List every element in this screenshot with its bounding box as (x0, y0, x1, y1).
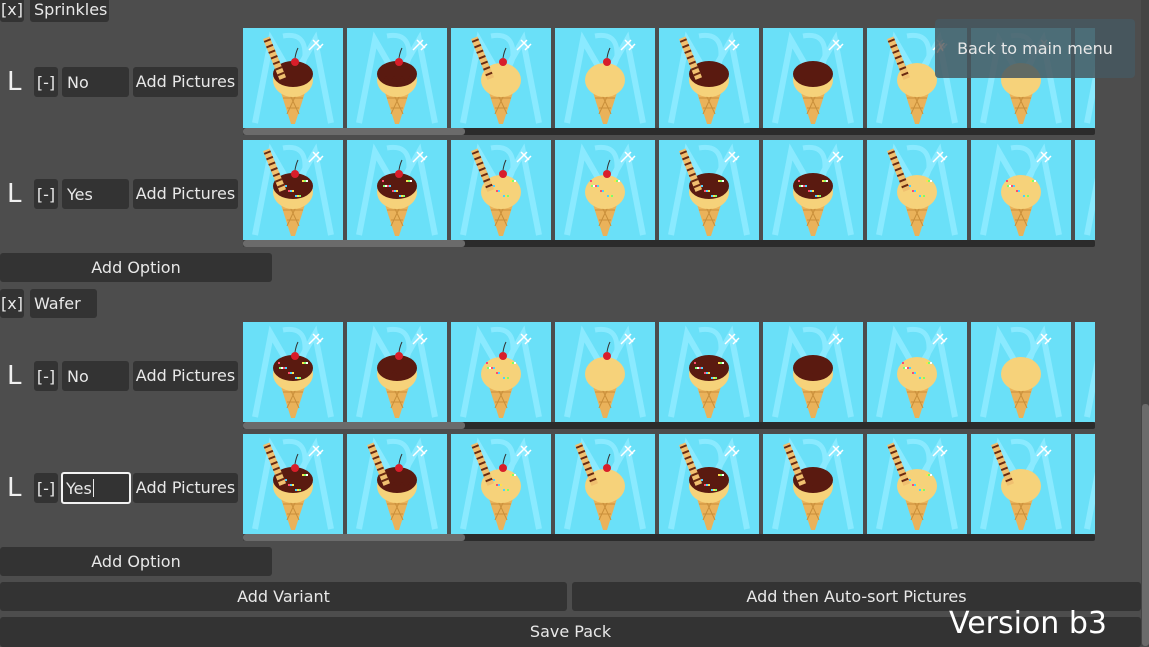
picture-thumbnail[interactable] (555, 434, 655, 534)
picture-thumbnail[interactable] (1075, 434, 1095, 534)
picture-thumbnail[interactable] (971, 140, 1071, 240)
picture-thumbnail[interactable] (763, 322, 863, 422)
add-pictures-button[interactable]: Add Pictures (133, 179, 238, 209)
picture-thumbnail[interactable] (763, 140, 863, 240)
scrollbar-grabber[interactable] (243, 534, 465, 541)
picture-thumbnail[interactable] (451, 140, 551, 240)
back-to-main-menu-button[interactable]: ✗ Back to main menu (935, 19, 1135, 78)
picture-strip-scrollbar[interactable] (243, 422, 1095, 429)
option-value-input[interactable]: No (62, 361, 129, 391)
picture-thumbnail[interactable] (659, 434, 759, 534)
add-variant-button[interactable]: Add Variant (0, 582, 567, 611)
scrollbar-grabber[interactable] (243, 128, 465, 135)
picture-thumbnail[interactable] (451, 28, 551, 128)
picture-thumbnail[interactable] (451, 322, 551, 422)
page-scrollbar[interactable] (1141, 0, 1149, 646)
remove-option-button[interactable]: [-] (34, 67, 58, 97)
add-option-button[interactable]: Add Option (0, 547, 272, 576)
picture-thumbnail[interactable] (555, 140, 655, 240)
picture-thumbnail[interactable] (243, 322, 343, 422)
add-pictures-button[interactable]: Add Pictures (133, 473, 238, 503)
remove-option-button[interactable]: [-] (34, 361, 58, 391)
picture-thumbnail[interactable] (971, 322, 1071, 422)
picture-thumbnail[interactable] (1075, 140, 1095, 240)
version-label: Version b3 (949, 606, 1107, 641)
picture-thumbnail[interactable] (1075, 322, 1095, 422)
picture-thumbnail[interactable] (867, 434, 967, 534)
option-corner-label: L (7, 473, 22, 503)
option-value-input[interactable]: Yes (61, 472, 131, 504)
picture-thumbnail[interactable] (867, 140, 967, 240)
option-corner-label: L (7, 179, 22, 209)
picture-thumbnail[interactable] (555, 28, 655, 128)
picture-thumbnail[interactable] (347, 322, 447, 422)
picture-thumbnail[interactable] (763, 434, 863, 534)
picture-strip[interactable] (243, 140, 1095, 240)
option-corner-label: L (7, 361, 22, 391)
picture-strip-scrollbar[interactable] (243, 128, 1095, 135)
picture-thumbnail[interactable] (347, 434, 447, 534)
picture-thumbnail[interactable] (347, 140, 447, 240)
scrollbar-grabber[interactable] (243, 422, 465, 429)
picture-strip-scrollbar[interactable] (243, 240, 1095, 247)
remove-option-button[interactable]: [-] (34, 473, 58, 503)
remove-group-button[interactable]: [x] (0, 0, 24, 22)
picture-thumbnail[interactable] (763, 28, 863, 128)
picture-thumbnail[interactable] (451, 434, 551, 534)
fork-icon: ✗ (935, 41, 947, 57)
option-value-input[interactable]: Yes (62, 179, 129, 209)
remove-option-button[interactable]: [-] (34, 179, 58, 209)
picture-thumbnail[interactable] (243, 140, 343, 240)
add-pictures-button[interactable]: Add Pictures (133, 361, 238, 391)
picture-strip-scrollbar[interactable] (243, 534, 1095, 541)
option-value-input[interactable]: No (62, 67, 129, 97)
add-option-button[interactable]: Add Option (0, 253, 272, 282)
picture-thumbnail[interactable] (659, 322, 759, 422)
picture-thumbnail[interactable] (555, 322, 655, 422)
picture-thumbnail[interactable] (243, 28, 343, 128)
group-name-field[interactable]: Sprinkles (30, 0, 109, 22)
picture-thumbnail[interactable] (243, 434, 343, 534)
option-corner-label: L (7, 67, 22, 97)
picture-thumbnail[interactable] (659, 28, 759, 128)
picture-thumbnail[interactable] (971, 434, 1071, 534)
remove-group-button[interactable]: [x] (0, 289, 24, 318)
picture-thumbnail[interactable] (347, 28, 447, 128)
add-pictures-button[interactable]: Add Pictures (133, 67, 238, 97)
scrollbar-grabber[interactable] (243, 240, 465, 247)
picture-thumbnail[interactable] (659, 140, 759, 240)
option-value-text: Yes (66, 478, 92, 498)
picture-strip[interactable] (243, 434, 1095, 534)
picture-thumbnail[interactable] (867, 322, 967, 422)
group-name-field[interactable]: Wafer (30, 289, 97, 318)
back-button-label: Back to main menu (957, 39, 1113, 58)
picture-strip[interactable] (243, 322, 1095, 422)
text-caret (92, 479, 94, 497)
page-scrollbar-grabber[interactable] (1142, 404, 1149, 646)
